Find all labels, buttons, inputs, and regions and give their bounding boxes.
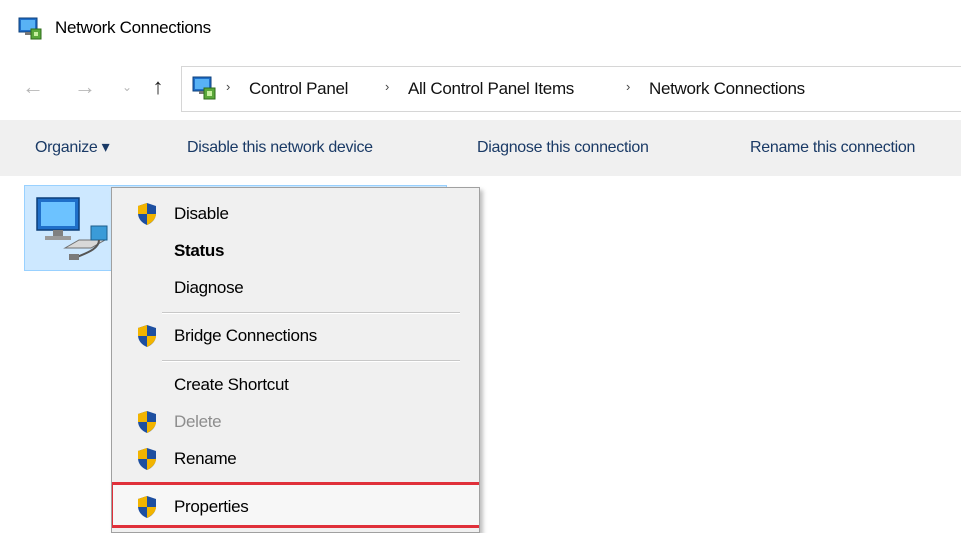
address-bar[interactable]: › Control Panel › All Control Panel Item…: [181, 66, 961, 112]
menu-item-label: Status: [174, 241, 225, 260]
breadcrumb-separator-icon[interactable]: ›: [385, 79, 389, 94]
breadcrumb-separator-icon[interactable]: ›: [626, 79, 630, 94]
network-connections-icon: [18, 17, 42, 40]
diagnose-connection-button[interactable]: Diagnose this connection: [477, 137, 649, 159]
organize-menu-button[interactable]: Organize ▾: [35, 137, 110, 159]
uac-shield-icon: [138, 411, 156, 433]
up-arrow-icon[interactable]: ↑: [146, 71, 170, 103]
breadcrumb-all-control-panel-items[interactable]: All Control Panel Items: [408, 78, 574, 100]
back-arrow-icon[interactable]: ←: [21, 71, 45, 103]
uac-shield-icon: [138, 203, 156, 225]
context-menu: Disable Status Diagnose Bridge Connectio…: [111, 187, 480, 533]
menu-item-label: Disable: [174, 204, 229, 223]
command-toolbar: Organize ▾ Disable this network device D…: [0, 120, 961, 176]
menu-item-label: Diagnose: [174, 278, 244, 297]
recent-locations-chevron-icon[interactable]: ⌄: [115, 71, 139, 103]
menu-item-label: Rename: [174, 449, 237, 468]
navigation-bar: ← → ⌄ ↑ › Control Panel › All Control Pa…: [0, 60, 961, 114]
menu-item-diagnose[interactable]: Diagnose: [112, 270, 479, 306]
disable-network-device-button[interactable]: Disable this network device: [187, 137, 373, 159]
breadcrumb-network-connections[interactable]: Network Connections: [649, 78, 805, 100]
window-title: Network Connections: [55, 18, 211, 37]
rename-connection-button[interactable]: Rename this connection: [750, 137, 915, 159]
menu-item-label: Properties: [174, 497, 249, 516]
menu-item-status[interactable]: Status: [112, 233, 479, 269]
menu-separator: [162, 360, 460, 362]
menu-item-label: Create Shortcut: [174, 375, 289, 394]
menu-item-create-shortcut[interactable]: Create Shortcut: [112, 367, 479, 403]
network-adapter-icon: [36, 197, 108, 260]
menu-item-label: Delete: [174, 412, 222, 431]
uac-shield-icon: [138, 496, 156, 518]
menu-item-delete: Delete: [112, 404, 479, 440]
menu-item-label: Bridge Connections: [174, 326, 317, 345]
breadcrumb-separator-icon[interactable]: ›: [226, 79, 230, 94]
menu-item-disable[interactable]: Disable: [112, 196, 479, 232]
uac-shield-icon: [138, 325, 156, 347]
menu-item-properties[interactable]: Properties: [112, 489, 479, 525]
title-bar: Network Connections: [0, 0, 961, 56]
forward-arrow-icon[interactable]: →: [73, 71, 97, 103]
menu-item-rename[interactable]: Rename: [112, 441, 479, 477]
breadcrumb-control-panel[interactable]: Control Panel: [249, 78, 348, 100]
uac-shield-icon: [138, 448, 156, 470]
menu-item-bridge-connections[interactable]: Bridge Connections: [112, 318, 479, 354]
menu-separator: [162, 312, 460, 314]
control-panel-icon: [192, 76, 216, 100]
